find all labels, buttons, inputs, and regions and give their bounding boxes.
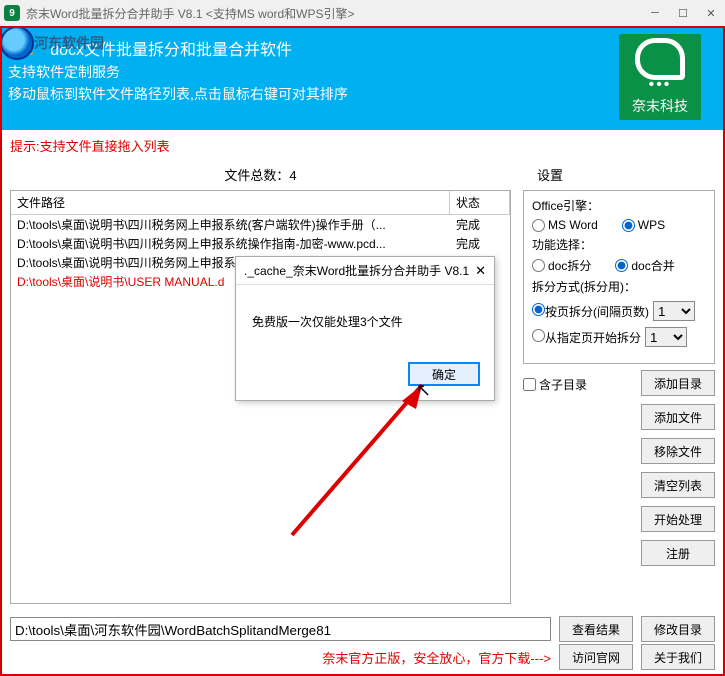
dialog-ok-button[interactable]: 确定 <box>408 362 480 386</box>
subdir-checkbox[interactable]: 含子目录 <box>523 376 587 393</box>
about-button[interactable]: 关于我们 <box>641 644 715 670</box>
col-path[interactable]: 文件路径 <box>11 191 450 214</box>
banner: 河东软件园 doc docx文件批量拆分和批量合并软件 支持软件定制服务 移动鼠… <box>0 26 725 130</box>
add-file-button[interactable]: 添加文件 <box>641 404 715 430</box>
app-icon: 9 <box>4 5 20 21</box>
watermark: 河东软件园 <box>0 26 104 60</box>
brand-logo: ••• 奈末科技 <box>619 34 701 120</box>
maximize-button[interactable]: ☐ <box>669 0 697 26</box>
start-button[interactable]: 开始处理 <box>641 506 715 532</box>
view-result-button[interactable]: 查看结果 <box>559 616 633 642</box>
radio-split-page[interactable]: 按页拆分(间隔页数) <box>532 303 649 320</box>
window-title: 奈末Word批量拆分合并助手 V8.1 <支持MS word和WPS引擎> <box>26 5 355 22</box>
result-path-input[interactable] <box>10 617 551 641</box>
remove-file-button[interactable]: 移除文件 <box>641 438 715 464</box>
dialog-message: 免费版一次仅能处理3个文件 <box>236 285 494 362</box>
radio-wps[interactable]: WPS <box>622 218 665 232</box>
close-button[interactable]: ✕ <box>697 0 725 26</box>
footer-text: 奈末官方正版，安全放心，官方下载---> <box>322 648 551 667</box>
logo-nine-icon <box>635 38 685 80</box>
add-dir-button[interactable]: 添加目录 <box>641 370 715 396</box>
radio-split-from[interactable]: 从指定页开始拆分 <box>532 329 641 346</box>
func-label: 功能选择： <box>532 236 706 253</box>
dialog-title: ._cache_奈末Word批量拆分合并助手 V8.1 <box>244 262 469 279</box>
modify-dir-button[interactable]: 修改目录 <box>641 616 715 642</box>
logo-text: 奈末科技 <box>632 96 688 116</box>
minimize-button[interactable]: ─ <box>641 0 669 26</box>
radio-msword[interactable]: MS Word <box>532 218 598 232</box>
watermark-text: 河东软件园 <box>34 33 104 53</box>
hint-text: 提示:支持文件直接拖入列表 <box>0 130 725 161</box>
banner-line3: 移动鼠标到软件文件路径列表,点击鼠标右键可对其排序 <box>8 84 717 104</box>
settings-fieldset: Office引擎： MS Word WPS 功能选择： doc拆分 doc合并 … <box>523 190 715 364</box>
radio-split[interactable]: doc拆分 <box>532 257 591 274</box>
split-from-select[interactable]: 1 <box>645 327 687 347</box>
col-status[interactable]: 状态 <box>450 191 510 214</box>
titlebar: 9 奈末Word批量拆分合并助手 V8.1 <支持MS word和WPS引擎> … <box>0 0 725 26</box>
table-header: 文件路径 状态 <box>11 191 510 215</box>
settings-title: 设置 <box>523 165 715 184</box>
register-button[interactable]: 注册 <box>641 540 715 566</box>
banner-line2: 支持软件定制服务 <box>8 62 717 82</box>
dialog-close-button[interactable]: ✕ <box>475 263 486 279</box>
radio-merge[interactable]: doc合并 <box>615 257 674 274</box>
split-page-select[interactable]: 1 <box>653 301 695 321</box>
clear-list-button[interactable]: 清空列表 <box>641 472 715 498</box>
split-label: 拆分方式(拆分用)： <box>532 278 706 295</box>
table-row[interactable]: D:\tools\桌面\说明书\四川税务网上申报系统(客户端软件)操作手册（..… <box>11 215 510 234</box>
file-count: 文件总数：4 <box>10 165 511 184</box>
visit-site-button[interactable]: 访问官网 <box>559 644 633 670</box>
table-row[interactable]: D:\tools\桌面\说明书\四川税务网上申报系统操作指南-加密-www.pc… <box>11 234 510 253</box>
engine-label: Office引擎： <box>532 197 706 214</box>
watermark-icon <box>0 26 34 60</box>
message-dialog: ._cache_奈末Word批量拆分合并助手 V8.1 ✕ 免费版一次仅能处理3… <box>235 256 495 401</box>
